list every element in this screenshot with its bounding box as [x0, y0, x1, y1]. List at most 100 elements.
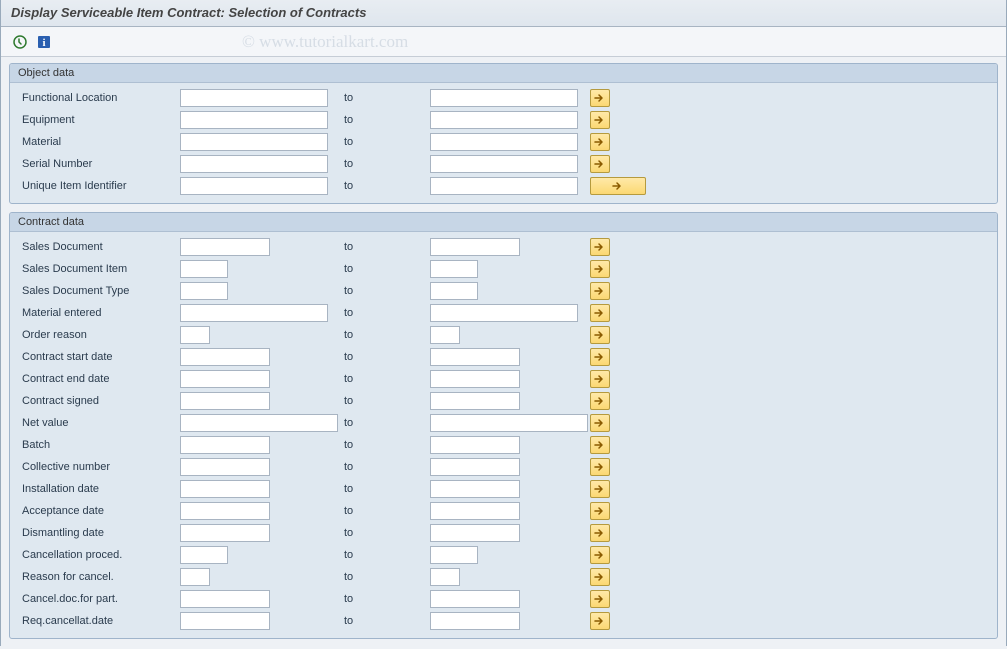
to-label: to	[338, 285, 430, 297]
batch-from-input[interactable]	[180, 436, 270, 454]
multiple-selection-button[interactable]	[590, 177, 646, 195]
order-reason-from-input[interactable]	[180, 326, 210, 344]
sales-document-to-input[interactable]	[430, 238, 520, 256]
multiple-selection-button[interactable]	[590, 568, 610, 586]
label-material: Material	[18, 136, 180, 148]
to-label: to	[338, 263, 430, 275]
info-icon[interactable]: i	[35, 33, 53, 51]
multiple-selection-button[interactable]	[590, 348, 610, 366]
contract-end-date-to-input[interactable]	[430, 370, 520, 388]
multiple-selection-button[interactable]	[590, 392, 610, 410]
material-to-input[interactable]	[430, 133, 578, 151]
contract-start-date-to-input[interactable]	[430, 348, 520, 366]
dismantling-date-to-input[interactable]	[430, 524, 520, 542]
unique-item-identifier-from-input[interactable]	[180, 177, 328, 195]
to-label: to	[338, 307, 430, 319]
label-functional-location: Functional Location	[18, 92, 180, 104]
functional-location-to-input[interactable]	[430, 89, 578, 107]
label-sales-document-type: Sales Document Type	[18, 285, 180, 297]
material-from-input[interactable]	[180, 133, 328, 151]
cancel-doc-for-part-to-input[interactable]	[430, 590, 520, 608]
label-acceptance-date: Acceptance date	[18, 505, 180, 517]
contract-end-date-from-input[interactable]	[180, 370, 270, 388]
multiple-selection-button[interactable]	[590, 89, 610, 107]
req-cancellat-date-from-input[interactable]	[180, 612, 270, 630]
order-reason-to-input[interactable]	[430, 326, 460, 344]
material-entered-to-input[interactable]	[430, 304, 578, 322]
multiple-selection-button[interactable]	[590, 238, 610, 256]
multiple-selection-button[interactable]	[590, 458, 610, 476]
row-sales-document: Sales Document to	[18, 236, 989, 258]
object-data-panel: Object data Functional Location to Equip…	[9, 63, 998, 204]
row-sales-document-item: Sales Document Item to	[18, 258, 989, 280]
sales-document-item-from-input[interactable]	[180, 260, 228, 278]
acceptance-date-from-input[interactable]	[180, 502, 270, 520]
sales-document-type-to-input[interactable]	[430, 282, 478, 300]
to-label: to	[338, 136, 430, 148]
to-label: to	[338, 92, 430, 104]
req-cancellat-date-to-input[interactable]	[430, 612, 520, 630]
collective-number-from-input[interactable]	[180, 458, 270, 476]
multiple-selection-button[interactable]	[590, 111, 610, 129]
sales-document-type-from-input[interactable]	[180, 282, 228, 300]
row-reason-for-cancel: Reason for cancel. to	[18, 566, 989, 588]
collective-number-to-input[interactable]	[430, 458, 520, 476]
sales-document-from-input[interactable]	[180, 238, 270, 256]
functional-location-from-input[interactable]	[180, 89, 328, 107]
multiple-selection-button[interactable]	[590, 524, 610, 542]
to-label: to	[338, 373, 430, 385]
row-unique-item-identifier: Unique Item Identifier to	[18, 175, 989, 197]
reason-for-cancel-to-input[interactable]	[430, 568, 460, 586]
multiple-selection-button[interactable]	[590, 304, 610, 322]
label-collective-number: Collective number	[18, 461, 180, 473]
batch-to-input[interactable]	[430, 436, 520, 454]
contract-start-date-from-input[interactable]	[180, 348, 270, 366]
net-value-from-input[interactable]	[180, 414, 338, 432]
installation-date-from-input[interactable]	[180, 480, 270, 498]
acceptance-date-to-input[interactable]	[430, 502, 520, 520]
multiple-selection-button[interactable]	[590, 414, 610, 432]
dismantling-date-from-input[interactable]	[180, 524, 270, 542]
multiple-selection-button[interactable]	[590, 546, 610, 564]
multiple-selection-button[interactable]	[590, 133, 610, 151]
equipment-from-input[interactable]	[180, 111, 328, 129]
multiple-selection-button[interactable]	[590, 282, 610, 300]
label-contract-signed: Contract signed	[18, 395, 180, 407]
label-serial-number: Serial Number	[18, 158, 180, 170]
row-batch: Batch to	[18, 434, 989, 456]
cancellation-proced-from-input[interactable]	[180, 546, 228, 564]
label-cancel-doc-for-part: Cancel.doc.for part.	[18, 593, 180, 605]
multiple-selection-button[interactable]	[590, 480, 610, 498]
serial-number-from-input[interactable]	[180, 155, 328, 173]
serial-number-to-input[interactable]	[430, 155, 578, 173]
to-label: to	[338, 461, 430, 473]
contract-signed-to-input[interactable]	[430, 392, 520, 410]
row-order-reason: Order reason to	[18, 324, 989, 346]
multiple-selection-button[interactable]	[590, 326, 610, 344]
label-net-value: Net value	[18, 417, 180, 429]
label-contract-end-date: Contract end date	[18, 373, 180, 385]
installation-date-to-input[interactable]	[430, 480, 520, 498]
row-contract-end-date: Contract end date to	[18, 368, 989, 390]
cancellation-proced-to-input[interactable]	[430, 546, 478, 564]
multiple-selection-button[interactable]	[590, 370, 610, 388]
row-contract-signed: Contract signed to	[18, 390, 989, 412]
material-entered-from-input[interactable]	[180, 304, 328, 322]
sales-document-item-to-input[interactable]	[430, 260, 478, 278]
multiple-selection-button[interactable]	[590, 260, 610, 278]
multiple-selection-button[interactable]	[590, 612, 610, 630]
net-value-to-input[interactable]	[430, 414, 588, 432]
unique-item-identifier-to-input[interactable]	[430, 177, 578, 195]
contract-data-panel: Contract data Sales Document to Sales Do…	[9, 212, 998, 639]
execute-icon[interactable]	[11, 33, 29, 51]
label-reason-for-cancel: Reason for cancel.	[18, 571, 180, 583]
multiple-selection-button[interactable]	[590, 590, 610, 608]
multiple-selection-button[interactable]	[590, 436, 610, 454]
contract-signed-from-input[interactable]	[180, 392, 270, 410]
multiple-selection-button[interactable]	[590, 155, 610, 173]
cancel-doc-for-part-from-input[interactable]	[180, 590, 270, 608]
reason-for-cancel-from-input[interactable]	[180, 568, 210, 586]
equipment-to-input[interactable]	[430, 111, 578, 129]
label-sales-document-item: Sales Document Item	[18, 263, 180, 275]
multiple-selection-button[interactable]	[590, 502, 610, 520]
